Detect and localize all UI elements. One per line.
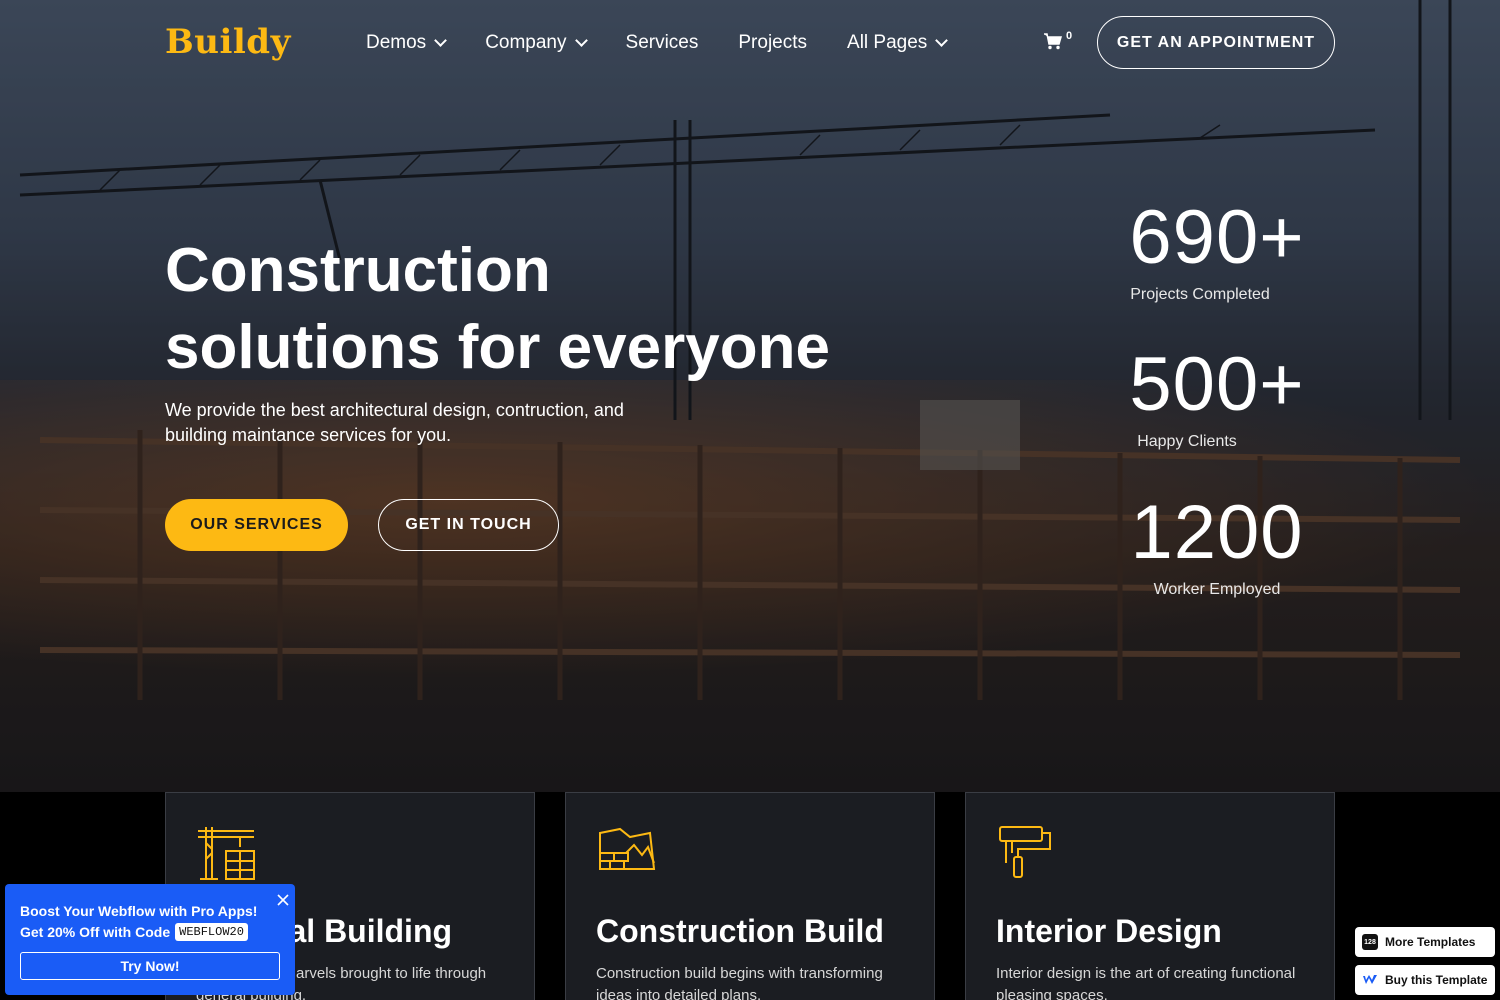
templates-logo-icon: 128 [1362, 934, 1378, 950]
chevron-down-icon [935, 34, 949, 47]
our-services-button[interactable]: OUR SERVICES [165, 499, 348, 551]
stat-label: Projects Completed [1130, 286, 1270, 303]
nav-item-label: All Pages [847, 32, 928, 53]
nav-item-all-pages[interactable]: All Pages [847, 30, 949, 56]
hero-title-line2: solutions for everyone [165, 313, 830, 382]
service-description: Construction build begins with transform… [596, 965, 883, 1000]
hero-subtitle: We provide the best architectural design… [165, 400, 624, 445]
service-title: Interior Design [996, 913, 1222, 949]
blueprint-bricks-icon [599, 827, 656, 870]
stat-value: 1200 [1130, 490, 1304, 575]
service-card-construction-build[interactable]: Construction Build Construction build be… [565, 792, 935, 1000]
promo-popup: Boost Your Webflow with Pro Apps! Get 20… [5, 884, 295, 995]
webflow-logo-icon [1363, 975, 1377, 984]
promo-headline: Boost Your Webflow with Pro Apps! [20, 903, 258, 919]
service-card-interior-design[interactable]: Interior Design Interior design is the a… [965, 792, 1335, 1000]
get-appointment-button[interactable]: GET AN APPOINTMENT [1097, 16, 1335, 69]
stat-workers: 1200 Worker Employed [1107, 493, 1327, 599]
close-icon[interactable] [276, 893, 290, 907]
brand-logo[interactable]: Buildy [165, 22, 291, 62]
cart-button[interactable]: 0 [1043, 30, 1073, 50]
nav-item-projects[interactable]: Projects [738, 30, 807, 56]
promo-offer-text: Get 20% Off with Code [20, 924, 171, 940]
cart-count: 0 [1066, 30, 1073, 42]
buy-template-button[interactable]: Buy this Template [1355, 965, 1495, 995]
service-description: Interior design is the art of creating f… [996, 965, 1296, 1000]
nav-item-services[interactable]: Services [626, 30, 699, 56]
stat-label: Worker Employed [1153, 581, 1281, 598]
nav-item-label: Projects [738, 32, 808, 53]
more-templates-button[interactable]: 128 More Templates [1355, 927, 1495, 957]
hero-title-line1: Construction [165, 236, 551, 305]
hero-title: Construction solutions for everyone [165, 232, 925, 386]
stat-clients: 500+ Happy Clients [1107, 345, 1327, 451]
stat-value: 500+ [1129, 342, 1305, 427]
more-templates-label: More Templates [1385, 935, 1476, 949]
stat-projects: 690+ Projects Completed [1107, 198, 1327, 304]
chevron-down-icon [574, 34, 588, 47]
paint-roller-icon [999, 826, 1051, 878]
main-nav: Demos Company Services Projects All Page… [366, 30, 986, 56]
buy-template-label: Buy this Template [1385, 973, 1488, 987]
nav-item-demos[interactable]: Demos [366, 30, 448, 56]
cart-icon [1044, 33, 1062, 50]
nav-item-label: Services [625, 32, 699, 53]
try-now-button[interactable]: Try Now! [20, 952, 280, 980]
chevron-down-icon [434, 34, 448, 47]
promo-offer: Get 20% Off with Code WEBFLOW20 [20, 923, 248, 941]
nav-item-label: Company [485, 32, 567, 53]
stat-label: Happy Clients [1137, 433, 1237, 450]
nav-item-label: Demos [366, 32, 427, 53]
get-in-touch-button[interactable]: GET IN TOUCH [378, 499, 559, 551]
nav-item-company[interactable]: Company [485, 30, 588, 56]
promo-code: WEBFLOW20 [175, 923, 248, 941]
stat-value: 690+ [1129, 195, 1305, 280]
crane-building-icon [198, 827, 255, 880]
service-title: Construction Build [596, 913, 884, 949]
